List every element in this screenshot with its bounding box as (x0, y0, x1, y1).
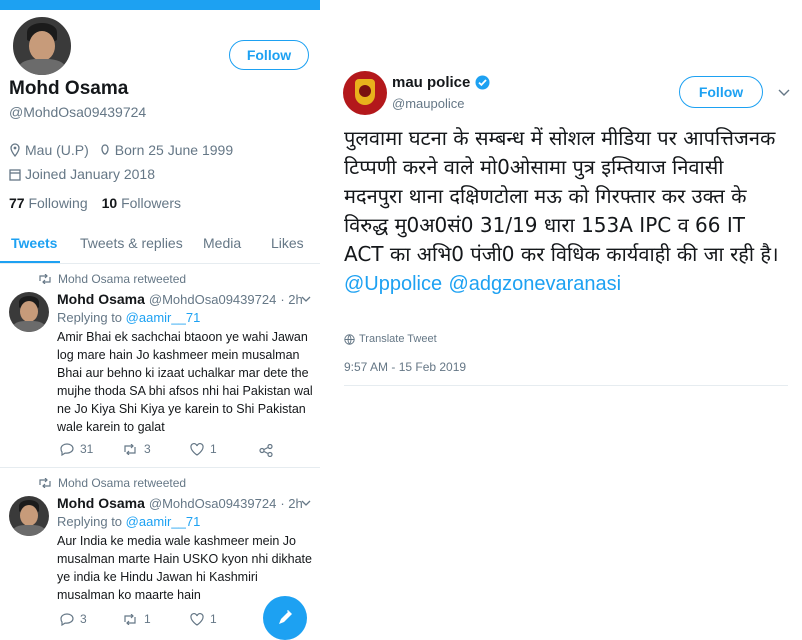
like-action[interactable]: 1 (190, 612, 217, 626)
retweet-count: 1 (144, 612, 151, 626)
tweet-author-handle: @MohdOsa09439724 (148, 292, 277, 307)
tweet-author-handle: @MohdOsa09439724 (148, 496, 277, 511)
chevron-down-icon[interactable] (778, 88, 790, 97)
following-stat[interactable]: 77 Following (9, 195, 88, 211)
active-tab-indicator (0, 261, 60, 263)
replying-prefix: Replying to (57, 514, 123, 529)
chevron-down-icon[interactable] (301, 295, 311, 303)
profile-handle: @MohdOsa09439724 (9, 104, 147, 120)
compose-button[interactable] (263, 596, 307, 640)
retweet-action[interactable]: 1 (122, 612, 151, 626)
retweet-label: Mohd Osama retweeted (58, 272, 187, 286)
globe-icon (344, 333, 355, 345)
profile-panel: Follow Mohd Osama @MohdOsa09439724 Mau (… (0, 0, 320, 640)
replying-mention[interactable]: @aamir__71 (126, 310, 201, 325)
tweet-avatar[interactable] (9, 496, 49, 536)
like-icon (190, 442, 204, 456)
reply-count: 3 (80, 612, 87, 626)
tweet-hindi-text: पुलवामा घटना के सम्बन्ध में सोशल मीडिया … (344, 126, 779, 266)
birth-text: Born 25 June 1999 (114, 142, 234, 158)
retweet-icon (124, 443, 136, 455)
tweet-author-name[interactable]: Mohd Osama (57, 291, 145, 307)
mention-uppolice[interactable]: @Uppolice (344, 273, 442, 295)
profile-tabs: Tweets Tweets & replies Media Likes (0, 225, 320, 264)
profile-name: Mohd Osama (9, 78, 129, 99)
location-text: Mau (U.P) (25, 142, 89, 158)
like-icon (190, 612, 204, 626)
tweet-text: Amir Bhai ek sachchai btaoon ye wahi Jaw… (57, 330, 313, 434)
followers-count: 10 (101, 195, 118, 211)
follow-button[interactable]: Follow (229, 40, 309, 70)
tweet-time: · 2h (280, 292, 303, 307)
translate-label: Translate Tweet (359, 333, 437, 345)
reply-action[interactable]: 31 (60, 442, 93, 456)
replying-mention[interactable]: @aamir__71 (126, 514, 201, 529)
mention-adgzonevaranasi[interactable]: @adgzonevaranasi (448, 273, 621, 295)
timeline-tweet[interactable]: Mohd Osama retweeted Mohd Osama @MohdOsa… (0, 264, 320, 466)
like-count: 1 (210, 612, 217, 626)
share-icon[interactable] (259, 444, 273, 457)
replying-to: Replying to @aamir__71 (57, 310, 200, 325)
profile-banner (0, 0, 320, 10)
retweet-count: 3 (144, 442, 151, 456)
timestamp-divider (344, 385, 788, 386)
avatar[interactable] (10, 14, 74, 78)
following-count: 77 (9, 195, 25, 211)
retweet-icon (124, 613, 136, 625)
location-icon (10, 143, 20, 157)
police-tweet-panel: mau police @maupolice Follow पुलवामा घटन… (320, 0, 802, 640)
reply-icon (60, 442, 74, 456)
tweet-time: · 2h (280, 496, 303, 511)
compose-icon (279, 610, 292, 624)
tweet-author-name[interactable]: Mohd Osama (57, 495, 145, 511)
retweet-label: Mohd Osama retweeted (58, 476, 187, 490)
like-action[interactable]: 1 (190, 442, 217, 456)
tab-tweets-replies[interactable]: Tweets & replies (80, 235, 183, 251)
retweet-context: Mohd Osama retweeted (38, 272, 186, 286)
police-name-row: mau police (392, 74, 490, 91)
translate-link[interactable]: Translate Tweet (344, 333, 437, 345)
retweet-context: Mohd Osama retweeted (38, 476, 186, 490)
police-avatar[interactable] (343, 71, 387, 115)
reply-count: 31 (80, 442, 94, 456)
police-tweet-text: पुलवामा घटना के सम्बन्ध में सोशल मीडिया … (344, 124, 788, 299)
replying-prefix: Replying to (57, 310, 123, 325)
like-count: 1 (210, 442, 217, 456)
verified-icon (475, 75, 490, 90)
calendar-icon (9, 168, 21, 181)
reply-icon (60, 612, 74, 626)
retweet-action[interactable]: 3 (122, 442, 151, 456)
tweet-timestamp[interactable]: 9:57 AM - 15 Feb 2019 (344, 360, 466, 374)
retweet-icon (39, 478, 51, 488)
replying-to: Replying to @aamir__71 (57, 514, 200, 529)
birthday-icon (101, 144, 109, 155)
profile-joined: Joined January 2018 (9, 166, 155, 182)
police-handle: @maupolice (392, 96, 465, 111)
followers-stat[interactable]: 10 Followers (102, 195, 181, 211)
profile-location: Mau (U.P) Born 25 June 1999 (9, 142, 233, 158)
joined-text: Joined January 2018 (25, 166, 155, 182)
follow-stats: 77 Following 10 Followers (9, 195, 181, 211)
followers-label: Followers (121, 195, 181, 211)
following-label: Following (28, 195, 88, 211)
tweet-avatar[interactable] (9, 292, 49, 332)
chevron-down-icon[interactable] (301, 499, 311, 507)
tweet-header: Mohd Osama @MohdOsa09439724 · 2h (57, 495, 303, 511)
reply-action[interactable]: 3 (60, 612, 87, 626)
tab-tweets[interactable]: Tweets (11, 235, 57, 251)
police-follow-button[interactable]: Follow (679, 76, 763, 108)
tab-likes[interactable]: Likes (271, 235, 304, 251)
tweet-text: Aur India ke media wale kashmeer mein Jo… (57, 534, 312, 602)
retweet-icon (39, 274, 51, 284)
tab-media[interactable]: Media (203, 235, 241, 251)
police-name[interactable]: mau police (392, 74, 470, 91)
tweet-header: Mohd Osama @MohdOsa09439724 · 2h (57, 291, 303, 307)
